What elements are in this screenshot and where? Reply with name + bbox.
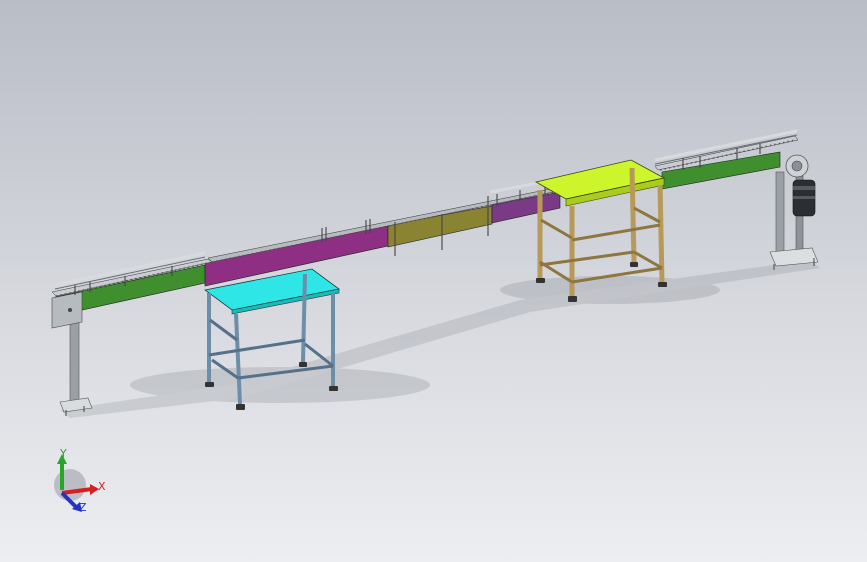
triad-x-label: X xyxy=(98,480,106,493)
conveyor-assembly-model[interactable]: Y X Z xyxy=(0,0,867,562)
left-support-post xyxy=(59,319,93,416)
cad-viewport[interactable]: Y X Z xyxy=(0,0,867,562)
triad-y-label: Y xyxy=(59,447,67,460)
coordinate-triad: Y X Z xyxy=(54,447,106,514)
triad-z-label: Z xyxy=(79,501,87,514)
drive-motor xyxy=(785,154,816,217)
